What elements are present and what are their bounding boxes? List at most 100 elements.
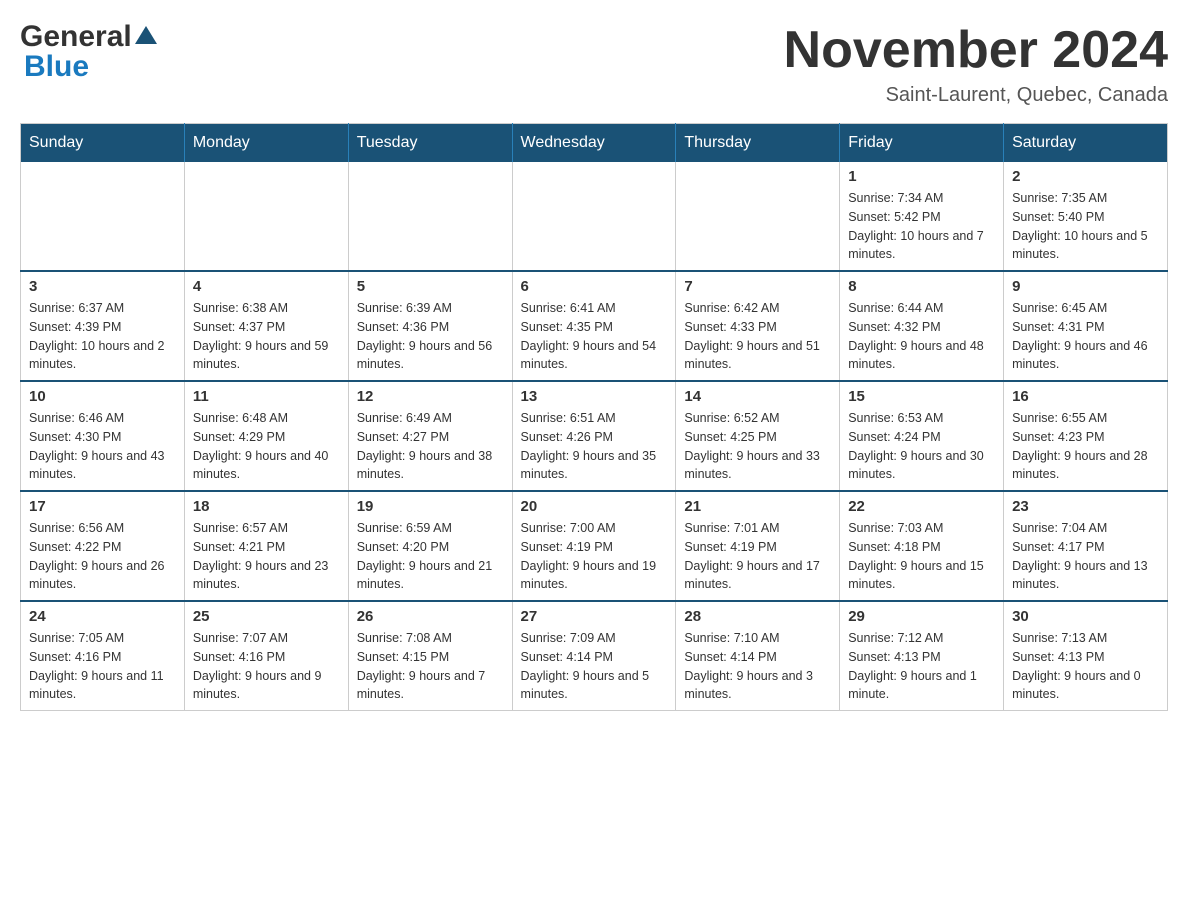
calendar-week-4: 17 Sunrise: 6:56 AMSunset: 4:22 PMDayligh… (21, 491, 1168, 601)
day-number: 25 (193, 608, 340, 625)
logo-triangle-icon (135, 24, 157, 51)
day-info: Sunrise: 6:57 AMSunset: 4:21 PMDaylight:… (193, 519, 340, 594)
day-number: 1 (848, 168, 995, 185)
calendar-cell: 9 Sunrise: 6:45 AMSunset: 4:31 PMDaylight… (1004, 271, 1168, 381)
day-header-monday: Monday (184, 124, 348, 163)
day-info: Sunrise: 7:03 AMSunset: 4:18 PMDaylight:… (848, 519, 995, 594)
day-number: 26 (357, 608, 504, 625)
day-header-saturday: Saturday (1004, 124, 1168, 163)
day-info: Sunrise: 7:12 AMSunset: 4:13 PMDaylight:… (848, 629, 995, 704)
calendar-cell (348, 162, 512, 271)
day-number: 24 (29, 608, 176, 625)
day-header-sunday: Sunday (21, 124, 185, 163)
month-title: November 2024 (784, 20, 1168, 80)
calendar-cell: 3 Sunrise: 6:37 AMSunset: 4:39 PMDaylight… (21, 271, 185, 381)
calendar-cell: 29 Sunrise: 7:12 AMSunset: 4:13 PMDayligh… (840, 601, 1004, 711)
day-number: 8 (848, 278, 995, 295)
day-info: Sunrise: 6:37 AMSunset: 4:39 PMDaylight:… (29, 299, 176, 374)
day-number: 28 (684, 608, 831, 625)
day-number: 4 (193, 278, 340, 295)
day-number: 21 (684, 498, 831, 515)
day-number: 3 (29, 278, 176, 295)
day-number: 27 (521, 608, 668, 625)
calendar-header-row: SundayMondayTuesdayWednesdayThursdayFrid… (21, 124, 1168, 163)
calendar-cell: 24 Sunrise: 7:05 AMSunset: 4:16 PMDayligh… (21, 601, 185, 711)
day-header-wednesday: Wednesday (512, 124, 676, 163)
calendar-cell: 15 Sunrise: 6:53 AMSunset: 4:24 PMDayligh… (840, 381, 1004, 491)
calendar-cell: 4 Sunrise: 6:38 AMSunset: 4:37 PMDaylight… (184, 271, 348, 381)
day-number: 9 (1012, 278, 1159, 295)
calendar-cell (184, 162, 348, 271)
calendar-cell: 10Sunrise: 6:46 AMSunset: 4:30 PMDayligh… (21, 381, 185, 491)
day-info: Sunrise: 6:51 AMSunset: 4:26 PMDaylight:… (521, 409, 668, 484)
day-info: Sunrise: 6:53 AMSunset: 4:24 PMDaylight:… (848, 409, 995, 484)
day-info: Sunrise: 7:08 AMSunset: 4:15 PMDaylight:… (357, 629, 504, 704)
day-info: Sunrise: 6:39 AMSunset: 4:36 PMDaylight:… (357, 299, 504, 374)
day-info: Sunrise: 7:34 AMSunset: 5:42 PMDaylight:… (848, 189, 995, 264)
day-number: 17 (29, 498, 176, 515)
calendar-cell: 8Sunrise: 6:44 AMSunset: 4:32 PMDaylight… (840, 271, 1004, 381)
day-info: Sunrise: 7:35 AMSunset: 5:40 PMDaylight:… (1012, 189, 1159, 264)
day-info: Sunrise: 7:04 AMSunset: 4:17 PMDaylight:… (1012, 519, 1159, 594)
day-info: Sunrise: 6:48 AMSunset: 4:29 PMDaylight:… (193, 409, 340, 484)
day-info: Sunrise: 7:07 AMSunset: 4:16 PMDaylight:… (193, 629, 340, 704)
day-number: 22 (848, 498, 995, 515)
day-number: 10 (29, 388, 176, 405)
calendar-cell: 22 Sunrise: 7:03 AMSunset: 4:18 PMDayligh… (840, 491, 1004, 601)
day-info: Sunrise: 6:38 AMSunset: 4:37 PMDaylight:… (193, 299, 340, 374)
day-header-tuesday: Tuesday (348, 124, 512, 163)
calendar-cell: 1 Sunrise: 7:34 AMSunset: 5:42 PMDaylight… (840, 162, 1004, 271)
day-info: Sunrise: 7:10 AMSunset: 4:14 PMDaylight:… (684, 629, 831, 704)
day-number: 16 (1012, 388, 1159, 405)
day-header-friday: Friday (840, 124, 1004, 163)
day-number: 15 (848, 388, 995, 405)
day-number: 18 (193, 498, 340, 515)
calendar-cell: 25 Sunrise: 7:07 AMSunset: 4:16 PMDayligh… (184, 601, 348, 711)
calendar-cell: 21 Sunrise: 7:01 AMSunset: 4:19 PMDayligh… (676, 491, 840, 601)
day-number: 20 (521, 498, 668, 515)
calendar-cell (676, 162, 840, 271)
day-info: Sunrise: 6:42 AMSunset: 4:33 PMDaylight:… (684, 299, 831, 374)
day-number: 30 (1012, 608, 1159, 625)
day-info: Sunrise: 6:55 AMSunset: 4:23 PMDaylight:… (1012, 409, 1159, 484)
location-subtitle: Saint-Laurent, Quebec, Canada (784, 84, 1168, 107)
day-info: Sunrise: 6:59 AMSunset: 4:20 PMDaylight:… (357, 519, 504, 594)
day-info: Sunrise: 6:45 AMSunset: 4:31 PMDaylight:… (1012, 299, 1159, 374)
day-number: 6 (521, 278, 668, 295)
day-info: Sunrise: 6:56 AMSunset: 4:22 PMDaylight:… (29, 519, 176, 594)
calendar-cell: 18 Sunrise: 6:57 AMSunset: 4:21 PMDayligh… (184, 491, 348, 601)
calendar-cell: 12Sunrise: 6:49 AMSunset: 4:27 PMDayligh… (348, 381, 512, 491)
day-info: Sunrise: 7:13 AMSunset: 4:13 PMDaylight:… (1012, 629, 1159, 704)
day-info: Sunrise: 7:00 AMSunset: 4:19 PMDaylight:… (521, 519, 668, 594)
page-header: General Blue November 2024 Saint-Laurent… (20, 20, 1168, 107)
day-number: 23 (1012, 498, 1159, 515)
calendar-week-1: 1 Sunrise: 7:34 AMSunset: 5:42 PMDaylight… (21, 162, 1168, 271)
calendar-cell: 20 Sunrise: 7:00 AMSunset: 4:19 PMDayligh… (512, 491, 676, 601)
day-info: Sunrise: 7:01 AMSunset: 4:19 PMDaylight:… (684, 519, 831, 594)
day-info: Sunrise: 7:09 AMSunset: 4:14 PMDaylight:… (521, 629, 668, 704)
day-number: 13 (521, 388, 668, 405)
day-number: 11 (193, 388, 340, 405)
calendar-cell (512, 162, 676, 271)
day-number: 19 (357, 498, 504, 515)
calendar-cell: 6 Sunrise: 6:41 AMSunset: 4:35 PMDaylight… (512, 271, 676, 381)
calendar-cell: 7 Sunrise: 6:42 AMSunset: 4:33 PMDaylight… (676, 271, 840, 381)
day-info: Sunrise: 6:41 AMSunset: 4:35 PMDaylight:… (521, 299, 668, 374)
calendar-cell (21, 162, 185, 271)
calendar-cell: 17 Sunrise: 6:56 AMSunset: 4:22 PMDayligh… (21, 491, 185, 601)
day-number: 7 (684, 278, 831, 295)
calendar-cell: 5Sunrise: 6:39 AMSunset: 4:36 PMDaylight… (348, 271, 512, 381)
calendar-week-3: 10Sunrise: 6:46 AMSunset: 4:30 PMDayligh… (21, 381, 1168, 491)
day-header-thursday: Thursday (676, 124, 840, 163)
day-number: 2 (1012, 168, 1159, 185)
day-info: Sunrise: 7:05 AMSunset: 4:16 PMDaylight:… (29, 629, 176, 704)
day-info: Sunrise: 6:52 AMSunset: 4:25 PMDaylight:… (684, 409, 831, 484)
logo: General Blue (20, 20, 157, 84)
calendar-week-2: 3 Sunrise: 6:37 AMSunset: 4:39 PMDaylight… (21, 271, 1168, 381)
day-number: 12 (357, 388, 504, 405)
calendar-cell: 13 Sunrise: 6:51 AMSunset: 4:26 PMDayligh… (512, 381, 676, 491)
day-number: 29 (848, 608, 995, 625)
calendar-cell: 28 Sunrise: 7:10 AMSunset: 4:14 PMDayligh… (676, 601, 840, 711)
logo-blue-text: Blue (24, 50, 89, 84)
calendar-cell: 2 Sunrise: 7:35 AMSunset: 5:40 PMDaylight… (1004, 162, 1168, 271)
